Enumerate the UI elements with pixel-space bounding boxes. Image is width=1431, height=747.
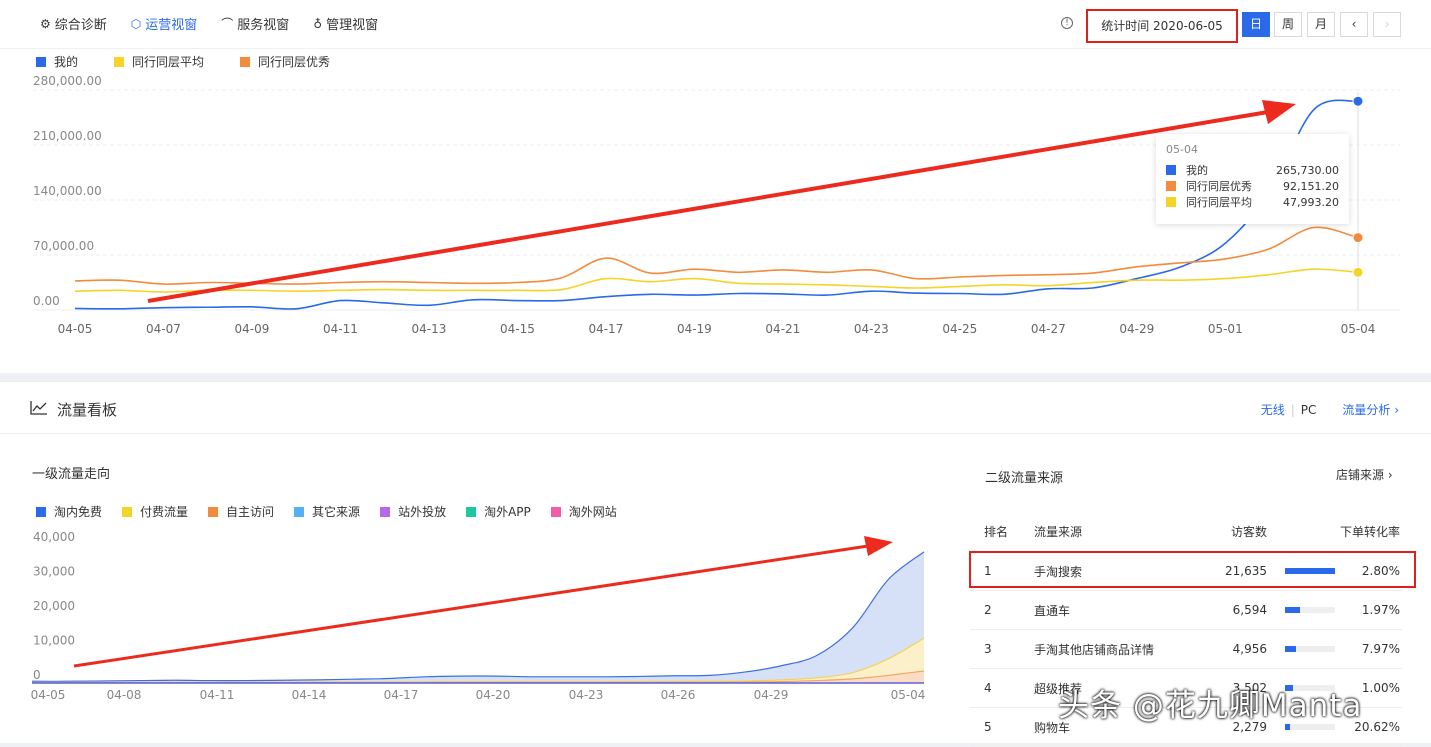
table-header: 排名 流量来源 访客数 下单转化率 [970,512,1402,552]
x-tick-label: 04-19 [677,322,712,336]
x-tick-label: 04-07 [146,322,181,336]
header-conversion: 下单转化率 [1339,525,1400,539]
bar-cell [1267,646,1337,652]
tooltip-name: 同行同层优秀 [1186,180,1252,193]
tooltip-name: 我的 [1186,164,1208,177]
header-visitors: 访客数 [1230,525,1267,539]
series-point[interactable] [1352,95,1364,107]
y-tick-label: 0.00 [33,294,60,308]
x-tick-label: 04-21 [765,322,800,336]
x-tick-label: 04-14 [292,688,327,702]
y-tick-label: 210,000.00 [33,129,102,143]
x-tick-label: 04-05 [31,688,66,702]
conversion-cell: 7.97% [1361,642,1400,656]
annotation-arrowhead [1262,100,1296,124]
y-tick-label: 280,000.00 [33,74,102,88]
watermark: 头条 @花九卿Manta [1058,688,1363,724]
visitor-bar-track [1285,607,1335,613]
series-point[interactable] [1352,266,1364,278]
traffic-area-chart: 0 10,000 20,000 30,000 40,000 04-05 04-08 04-11… [31,530,926,702]
y-tick-label: 140,000.00 [33,184,102,198]
series-line [74,226,1359,285]
header-rank: 排名 [984,525,1009,539]
operation-panel: ⚙ 综合诊断 ⬡ 运营视窗 ⌒ 服务视窗 ♁ 管理视窗 ! 统计时间 2020-… [0,0,1431,373]
y-tick-label: 30,000 [33,565,75,579]
x-tick-label: 04-27 [1031,322,1066,336]
y-tick-label: 0 [33,668,41,682]
tooltip-name: 同行同层平均 [1186,196,1252,209]
rank-cell: 3 [984,642,992,656]
x-tick-label: 04-11 [323,322,358,336]
visitors-cell: 4,956 [1232,642,1267,656]
chart-tooltip: 05-04 我的 265,730.00 同行同层优秀 92,151.20 同行同… [1156,134,1349,224]
visitors-cell: 6,594 [1232,603,1267,617]
visitor-bar-track [1285,646,1335,652]
highlight-annotation [969,551,1416,588]
x-tick-label: 05-04 [1341,322,1376,336]
source-title: 二级流量来源 [985,471,1064,486]
tooltip-swatch [1166,181,1176,191]
y-tick-label: 20,000 [33,599,75,613]
x-tick-label: 04-08 [107,688,142,702]
pc-link[interactable]: PC [1301,403,1317,417]
y-tick-label: 10,000 [33,634,75,648]
rank-cell: 4 [984,681,992,695]
x-tick-label: 04-05 [58,322,93,336]
x-tick-label: 05-04 [891,688,926,702]
tooltip-row: 我的 265,730.00 [1166,162,1339,178]
tooltip-date: 05-04 [1166,143,1198,156]
x-tick-label: 04-25 [942,322,977,336]
series-point[interactable] [1352,232,1364,244]
table-row[interactable]: 2 直通车 6,594 1.97% [970,591,1402,630]
x-tick-label: 04-29 [1119,322,1154,336]
rank-cell: 5 [984,720,992,734]
conversion-cell: 1.97% [1361,603,1400,617]
y-tick-label: 40,000 [33,530,75,544]
annotation-arrowhead [864,536,893,556]
x-tick-label: 04-17 [588,322,623,336]
tooltip-value: 92,151.20 [1283,179,1339,193]
x-tick-label: 04-20 [476,688,511,702]
tooltip-row: 同行同层平均 47,993.20 [1166,194,1339,210]
annotation-arrow [73,544,869,668]
tooltip-swatch [1166,197,1176,207]
x-tick-label: 04-15 [500,322,535,336]
visitor-bar [1285,646,1297,652]
separator: | [1290,402,1295,417]
x-tick-label: 05-01 [1208,322,1243,336]
x-tick-label: 04-29 [754,688,789,702]
x-tick-label: 04-09 [235,322,270,336]
wireless-link[interactable]: 无线 [1261,401,1285,418]
visitor-bar [1285,607,1301,613]
x-tick-label: 04-17 [384,688,419,702]
x-tick-label: 04-23 [569,688,604,702]
source-cell: 直通车 [1034,603,1071,618]
traffic-header-links: 无线 | PC 流量分析 › [1261,401,1399,418]
bar-cell [1267,607,1337,613]
y-tick-label: 70,000.00 [33,239,94,253]
tooltip-value: 265,730.00 [1276,163,1339,177]
table-row[interactable]: 3 手淘其他店铺商品详情 4,956 7.97% [970,630,1402,669]
tooltip-swatch [1166,165,1176,175]
store-source-link[interactable]: 店铺来源 › [1336,466,1393,483]
x-tick-label: 04-26 [661,688,696,702]
rank-cell: 2 [984,603,992,617]
tooltip-row: 同行同层优秀 92,151.20 [1166,178,1339,194]
source-cell: 手淘其他店铺商品详情 [1034,642,1155,657]
x-tick-label: 04-11 [200,688,235,702]
x-tick-label: 04-13 [411,322,446,336]
traffic-analysis-link[interactable]: 流量分析 › [1342,401,1399,418]
series-line [31,551,925,682]
x-tick-label: 04-23 [854,322,889,336]
tooltip-value: 47,993.20 [1283,195,1339,209]
header-source: 流量来源 [1034,525,1083,539]
